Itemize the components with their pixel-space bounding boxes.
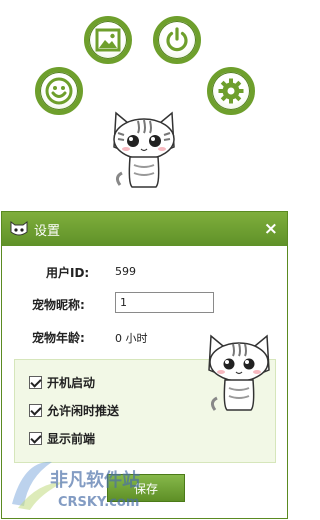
idle-push-checkbox[interactable]	[29, 404, 42, 417]
user-id-label: 用户ID:	[46, 266, 90, 280]
user-id-value: 599	[115, 265, 136, 278]
option-autostart[interactable]: 开机启动	[29, 374, 95, 391]
option-idle-push[interactable]: 允许闲时推送	[29, 402, 119, 419]
watermark-logo: 非凡软件站 CRSKY.com	[12, 461, 140, 510]
image-button[interactable]	[84, 16, 132, 64]
option-label: 允许闲时推送	[47, 404, 120, 418]
age-label: 宠物年龄:	[32, 331, 85, 345]
option-show-front[interactable]: 显示前端	[29, 430, 95, 447]
power-icon	[166, 27, 188, 52]
close-button[interactable]: ×	[264, 219, 278, 239]
image-icon	[95, 28, 121, 52]
power-button[interactable]	[153, 16, 201, 64]
window-titlebar[interactable]: 设置 ×	[2, 212, 287, 246]
option-label: 开机启动	[47, 376, 96, 390]
nickname-label: 宠物昵称:	[32, 298, 85, 312]
cat-face-icon	[10, 221, 28, 236]
option-label: 显示前端	[47, 432, 96, 446]
autostart-checkbox[interactable]	[29, 376, 42, 389]
watermark-text-cn: 非凡软件站	[50, 469, 140, 491]
cat-mascot[interactable]	[108, 103, 180, 193]
watermark-text-en: CRSKY.com	[58, 495, 139, 510]
settings-button[interactable]	[207, 67, 255, 115]
emoji-icon	[45, 77, 73, 105]
gear-icon	[218, 78, 244, 104]
show-front-checkbox[interactable]	[29, 432, 42, 445]
cat-mascot-side[interactable]	[205, 328, 273, 416]
nickname-input[interactable]	[115, 292, 214, 313]
window-title: 设置	[34, 223, 61, 239]
age-value: 0 小时	[115, 332, 148, 345]
emoji-button[interactable]	[35, 67, 83, 115]
